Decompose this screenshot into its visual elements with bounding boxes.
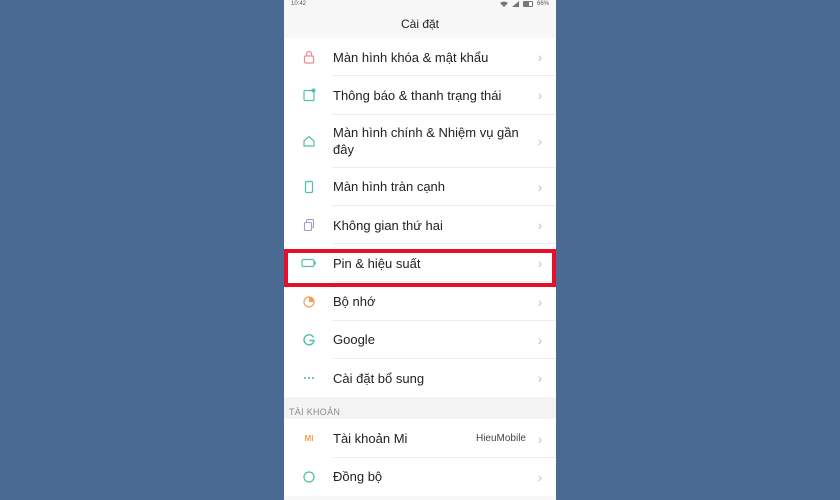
sync-icon (300, 468, 318, 486)
settings-item-label: Google (333, 332, 375, 348)
accounts-list: MI Tài khoản Mi HieuMobile › Đồng bộ › (284, 419, 556, 496)
page-title: Cài đặt (400, 17, 440, 31)
settings-item-label: Bộ nhớ (333, 294, 376, 310)
section-header-accounts: TÀI KHOẢN (284, 397, 556, 420)
chevron-right-icon: › (537, 468, 543, 485)
google-icon (300, 331, 318, 349)
settings-item-label: Pin & hiệu suất (333, 255, 421, 271)
status-bar: 10:42 66% (284, 0, 556, 10)
chevron-right-icon: › (537, 430, 543, 447)
settings-item-label: Tài khoản Mi (333, 431, 408, 447)
wifi-icon (499, 1, 508, 7)
settings-item-label: Màn hình chính & Nhiệm vụ gần đây (333, 125, 519, 158)
settings-item-home-screen[interactable]: Màn hình chính & Nhiệm vụ gần đây › (284, 115, 556, 168)
storage-icon (300, 293, 318, 311)
mi-account-icon: MI (304, 434, 314, 444)
settings-item-label: Không gian thứ hai (333, 217, 443, 233)
lock-icon (300, 48, 318, 66)
settings-item-notifications[interactable]: Thông báo & thanh trạng thái › (284, 76, 556, 115)
more-dots-icon (300, 369, 318, 387)
settings-item-lock-screen[interactable]: Màn hình khóa & mật khẩu › (284, 38, 556, 77)
battery-status-icon (522, 1, 533, 7)
settings-item-additional-settings[interactable]: Cài đặt bổ sung › (284, 359, 556, 397)
settings-item-sync[interactable]: Đồng bộ › (284, 458, 556, 496)
settings-item-full-screen-display[interactable]: Màn hình tràn cạnh › (284, 168, 556, 207)
second-space-icon (300, 216, 318, 234)
notification-icon (300, 86, 318, 104)
phone-screen: 10:42 66% Cài đặt Màn hình khóa & mật kh… (284, 0, 556, 500)
chevron-right-icon: › (537, 370, 543, 387)
chevron-right-icon: › (537, 217, 543, 234)
account-name-value: HieuMobile (475, 433, 526, 445)
chevron-right-icon: › (537, 133, 543, 150)
chevron-right-icon: › (537, 331, 543, 348)
home-icon (300, 132, 318, 150)
chevron-right-icon: › (537, 49, 543, 66)
settings-item-label: Cài đặt bổ sung (333, 370, 425, 386)
battery-icon (300, 254, 318, 272)
chevron-right-icon: › (537, 87, 543, 104)
chevron-right-icon: › (537, 293, 543, 310)
settings-item-label: Đồng bộ (333, 469, 383, 485)
settings-item-label: Thông báo & thanh trạng thái (333, 87, 502, 103)
settings-item-battery-performance[interactable]: Pin & hiệu suất › (284, 244, 556, 283)
settings-item-mi-account[interactable]: MI Tài khoản Mi HieuMobile › (284, 419, 556, 458)
status-time: 10:42 (291, 1, 307, 7)
settings-item-second-space[interactable]: Không gian thứ hai › (284, 206, 556, 245)
settings-item-label: Màn hình khóa & mật khẩu (333, 49, 489, 65)
settings-list: Màn hình khóa & mật khẩu › Thông báo & t… (284, 38, 556, 398)
signal-icon (511, 1, 519, 7)
chevron-right-icon: › (537, 255, 543, 272)
settings-item-google[interactable]: Google › (284, 321, 556, 360)
settings-item-label: Màn hình tràn cạnh (333, 179, 446, 195)
battery-percent: 66% (536, 1, 549, 7)
chevron-right-icon: › (537, 178, 543, 195)
settings-item-storage[interactable]: Bộ nhớ › (284, 282, 556, 322)
fullscreen-phone-icon (300, 178, 318, 196)
